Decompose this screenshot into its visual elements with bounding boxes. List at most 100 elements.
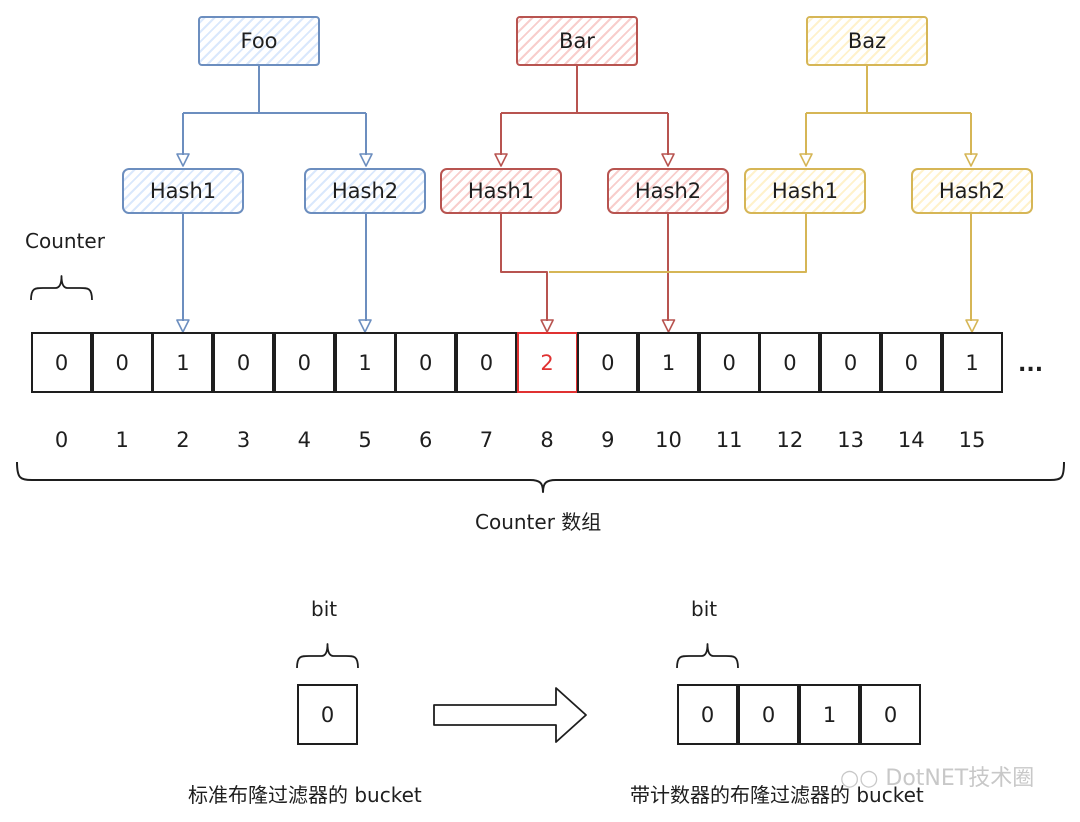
counter-index: 11 — [715, 428, 743, 452]
counter-index: 4 — [297, 428, 311, 452]
counter-value: 0 — [54, 350, 69, 375]
counter-index: 9 — [601, 428, 615, 452]
bit-value: 0 — [883, 702, 898, 727]
arrowhead-icon — [359, 153, 373, 167]
counter-cell: 1 — [152, 332, 214, 393]
counter-cell: 1 — [941, 332, 1003, 393]
element-label: Foo — [240, 29, 278, 53]
ellipsis: ... — [1018, 352, 1044, 377]
counter-index: 1 — [115, 428, 129, 452]
baz-branch-line — [805, 66, 972, 155]
bit-value: 0 — [320, 702, 335, 727]
bit-value: 0 — [700, 702, 715, 727]
transition-arrow-icon — [433, 687, 587, 743]
counter-value: 0 — [722, 350, 736, 375]
counter-index: 6 — [419, 428, 433, 452]
watermark: ○○ DotNET技术圈 — [840, 760, 1034, 792]
counter-cell: 0 — [577, 332, 639, 393]
arrowhead-icon — [661, 153, 675, 167]
hash-label: Hash1 — [467, 179, 535, 203]
wechat-icon: ○○ — [840, 766, 886, 791]
counter-value: 0 — [419, 350, 433, 375]
bucket-bit-cell: 0 — [297, 684, 358, 745]
standard-bit-label: bit — [311, 597, 338, 621]
counter-value: 1 — [661, 350, 676, 375]
arrowhead-icon — [799, 153, 813, 167]
counter-value: 0 — [843, 350, 858, 375]
watermark-text: DotNET技术圈 — [885, 766, 1035, 791]
counter-cell: 0 — [213, 332, 275, 393]
counter-cell: 0 — [759, 332, 821, 393]
arrowhead-icon — [965, 319, 979, 333]
arrowhead-icon — [540, 319, 554, 333]
counter-value: 0 — [236, 350, 251, 375]
counter-array-caption: Counter 数组 — [475, 510, 602, 534]
hash-node-bar-2: Hash2 — [607, 168, 729, 214]
hash-node-foo-2: Hash2 — [304, 168, 426, 214]
bucket-bit-cell: 0 — [860, 684, 921, 745]
counter-index: 5 — [358, 428, 372, 452]
counter-cell: 0 — [698, 332, 760, 393]
arrowhead-icon — [176, 319, 190, 333]
counter-cell-brace — [30, 275, 93, 301]
counter-cell: 0 — [395, 332, 457, 393]
counter-index: 8 — [540, 428, 554, 452]
bit-value: 0 — [761, 702, 776, 727]
arrowhead-icon — [494, 153, 508, 167]
bar-hash1-line — [500, 214, 548, 321]
counter-cell: 0 — [91, 332, 153, 393]
counter-cell: 0 — [880, 332, 942, 393]
hash-label: Hash2 — [634, 179, 702, 203]
counter-value: 0 — [479, 350, 494, 375]
counter-value: 0 — [297, 350, 311, 375]
bar-branch-line — [500, 66, 669, 155]
counter-cell: 2 — [516, 332, 578, 393]
element-label: Baz — [847, 29, 887, 53]
hash-label: Hash2 — [938, 179, 1006, 203]
standard-bit-brace — [296, 643, 359, 669]
counter-value: 0 — [783, 350, 797, 375]
hash-label: Hash2 — [331, 179, 399, 203]
counter-cell: 0 — [455, 332, 517, 393]
counter-value: 1 — [358, 350, 372, 375]
hash-node-foo-1: Hash1 — [122, 168, 244, 214]
arrowhead-icon — [661, 319, 676, 333]
counter-value: 0 — [601, 350, 615, 375]
arrowhead-icon — [176, 153, 190, 167]
counter-cell: 1 — [334, 332, 396, 393]
counter-value: 1 — [176, 350, 190, 375]
arrowhead-icon — [964, 153, 978, 167]
counter-cell: 1 — [638, 332, 699, 393]
counter-array-brace — [16, 461, 1065, 493]
counter-value: 0 — [904, 350, 918, 375]
standard-bucket-caption: 标准布隆过滤器的 bucket — [188, 783, 422, 807]
bucket-bit-cell: 1 — [799, 684, 860, 745]
counter-index: 0 — [54, 428, 69, 452]
counter-index: 15 — [958, 428, 986, 452]
counter-cell-label: Counter — [25, 229, 105, 253]
counter-value: 0 — [115, 350, 129, 375]
element-node-foo: Foo — [198, 16, 320, 66]
element-label: Bar — [559, 29, 595, 53]
counter-index: 7 — [479, 428, 494, 452]
element-node-bar: Bar — [516, 16, 638, 66]
counter-cell: 0 — [820, 332, 882, 393]
counter-value: 1 — [965, 350, 979, 375]
counter-cell: 0 — [31, 332, 92, 393]
hash-label: Hash1 — [149, 179, 217, 203]
baz-hash1-line — [549, 214, 807, 273]
bucket-bit-cell: 0 — [677, 684, 738, 745]
counting-bit-brace — [676, 643, 739, 669]
arrowhead-icon — [358, 319, 372, 333]
counter-cell: 0 — [273, 332, 335, 393]
hash-node-bar-1: Hash1 — [440, 168, 562, 214]
element-node-baz: Baz — [806, 16, 928, 66]
counter-index: 12 — [776, 428, 804, 452]
counter-index: 14 — [897, 428, 925, 452]
bucket-bit-cell: 0 — [738, 684, 799, 745]
hash-node-baz-2: Hash2 — [911, 168, 1033, 214]
counter-index: 10 — [655, 428, 682, 452]
counter-index: 2 — [176, 428, 190, 452]
foo-branch-line — [182, 66, 367, 155]
counting-bit-label: bit — [691, 597, 718, 621]
